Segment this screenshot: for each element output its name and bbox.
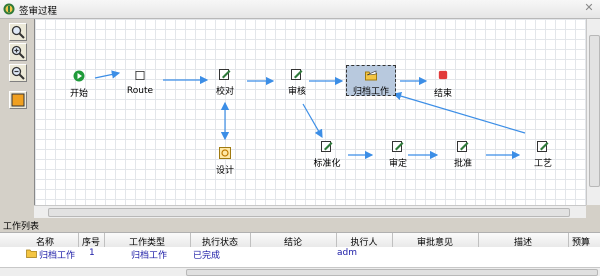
worklist-grid: 归档工作 1 归档工作 已完成 adm: [0, 247, 600, 267]
cell-name: 归档工作: [39, 251, 76, 261]
window-titlebar: 签审过程 ✕: [0, 0, 600, 19]
node-approve-check[interactable]: 审定: [383, 140, 413, 172]
folder-icon: [26, 249, 37, 258]
cell-executor: adm: [337, 248, 357, 258]
cell-status: 已完成: [193, 251, 221, 261]
close-button[interactable]: ✕: [583, 2, 595, 14]
canvas-horizontal-scrollbar[interactable]: [34, 205, 586, 218]
design-task-icon: [219, 147, 231, 159]
task-edit-icon: [291, 69, 303, 80]
node-route[interactable]: Route: [123, 70, 157, 100]
window-title: 签审过程: [19, 6, 58, 17]
scroll-thumb[interactable]: [589, 35, 600, 187]
node-review[interactable]: 审核: [282, 68, 312, 100]
workflow-connectors: [94, 70, 526, 160]
canvas-vertical-scrollbar[interactable]: [586, 19, 600, 205]
task-edit-icon: [457, 141, 469, 152]
node-approve[interactable]: 批准: [448, 140, 478, 172]
scroll-thumb[interactable]: [48, 208, 570, 217]
node-archive-label: 归档工作: [352, 87, 389, 97]
color-box-button[interactable]: [9, 91, 27, 109]
connector-process-archive: [392, 92, 526, 134]
node-approve-label: 批准: [453, 159, 472, 169]
connector-review-standardize: [302, 103, 323, 139]
node-standardize[interactable]: 标准化: [309, 140, 345, 172]
node-review-label: 审核: [287, 87, 306, 97]
node-proofread[interactable]: 校对: [210, 68, 240, 100]
zoom-out-icon: [11, 66, 25, 80]
diagram-toolbar: [0, 19, 34, 217]
route-icon: [135, 71, 145, 80]
zoom-fit-button[interactable]: [9, 23, 27, 41]
node-start[interactable]: 开始: [64, 70, 94, 100]
node-start-label: 开始: [69, 89, 88, 99]
task-edit-icon: [321, 141, 333, 152]
task-edit-icon: [537, 141, 549, 152]
cell-index: 1: [89, 248, 95, 258]
zoom-fit-icon: [11, 25, 25, 39]
end-icon: [438, 70, 448, 80]
task-edit-icon: [219, 69, 231, 80]
node-approve-check-label: 审定: [388, 159, 407, 169]
worklist-column-headers: 名称 序号 工作类型 执行状态 结论 执行人 审批意见 描述 预算: [0, 232, 600, 248]
node-proofread-label: 校对: [215, 87, 234, 97]
node-archive[interactable]: 归档工作: [346, 65, 396, 97]
zoom-out-button[interactable]: [9, 64, 27, 82]
table-row[interactable]: 归档工作 1 归档工作 已完成 adm: [0, 248, 600, 261]
zoom-in-button[interactable]: [9, 43, 27, 61]
worklist-title: 工作列表: [3, 222, 40, 232]
archive-folder-icon: [365, 70, 377, 81]
app-logo-icon: [3, 3, 15, 15]
start-icon: [73, 70, 85, 82]
task-edit-icon: [392, 141, 404, 152]
node-end-label: 结束: [433, 89, 452, 99]
color-box-icon: [11, 93, 25, 107]
cell-type: 归档工作: [131, 251, 168, 261]
worklist-header: 工作列表: [0, 218, 600, 232]
node-process-label: 工艺: [533, 159, 552, 169]
node-design-label: 设计: [215, 166, 234, 176]
node-design[interactable]: 设计: [210, 147, 240, 179]
node-end[interactable]: 结束: [428, 70, 458, 100]
connector-start-route: [94, 70, 121, 79]
node-route-label: Route: [126, 86, 154, 96]
node-process[interactable]: 工艺: [528, 140, 558, 172]
zoom-in-icon: [11, 45, 25, 59]
node-standardize-label: 标准化: [313, 159, 341, 169]
workflow-canvas[interactable]: 开始 Route 校对 审核 归档工作 结束 设计 标准化 审定 批准 工艺: [34, 19, 587, 205]
